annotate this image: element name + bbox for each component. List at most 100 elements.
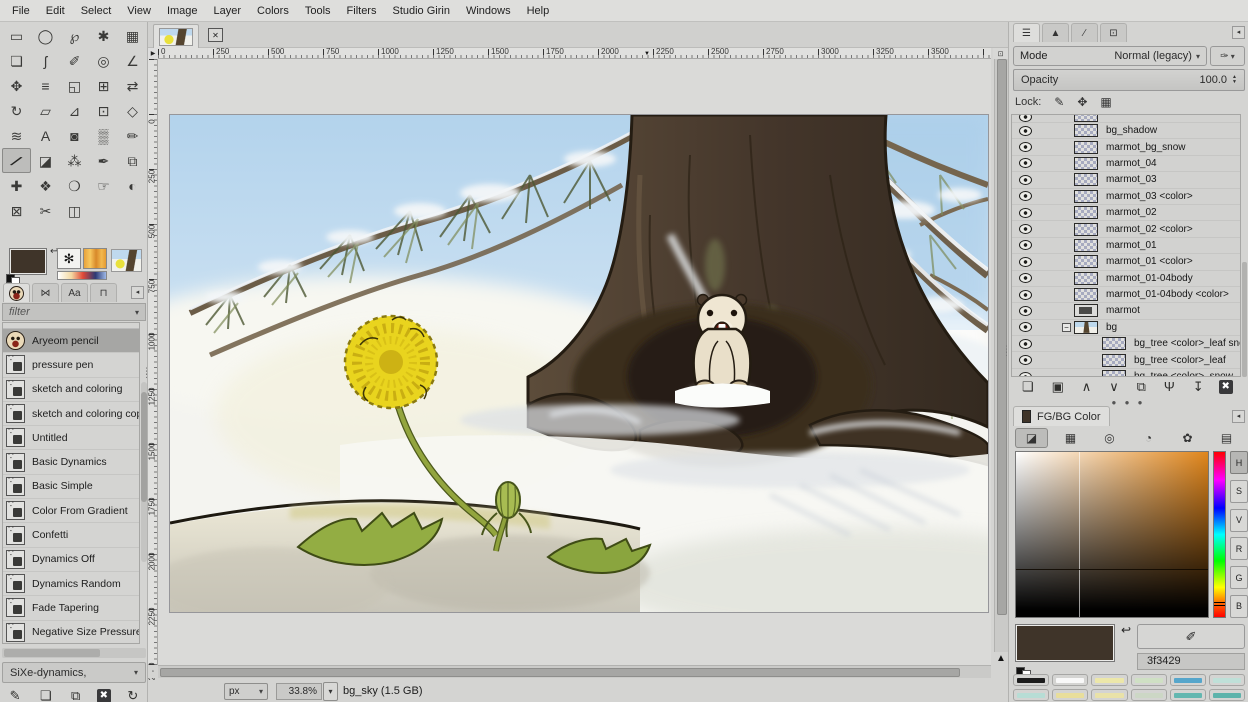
foreground-color-swatch[interactable]: [9, 248, 47, 275]
dock-menu-button[interactable]: ◂: [1232, 410, 1245, 423]
duplicate-layer-button[interactable]: ⧉: [1134, 379, 1149, 394]
dynamics-item[interactable]: Negative Size Pressure: [3, 621, 139, 644]
dynamics-item[interactable]: Untitled: [3, 426, 139, 450]
refresh-dynamics-button[interactable]: ↻: [124, 688, 141, 702]
rotate-tool[interactable]: ↻: [2, 98, 31, 123]
color-picker-tool[interactable]: ✐: [60, 48, 89, 73]
mode-switch-button[interactable]: ✑▾: [1210, 46, 1245, 66]
quick-mask-toggle[interactable]: ▫: [148, 665, 158, 678]
visibility-eye-icon[interactable]: [1019, 290, 1032, 300]
visibility-eye-icon[interactable]: [1019, 126, 1032, 136]
dynamics-h-scrollbar[interactable]: [2, 648, 146, 658]
clone-tool[interactable]: ⧉: [118, 148, 147, 173]
dynamics-item[interactable]: Basic Dynamics: [3, 450, 139, 474]
zoom-level-input[interactable]: 33.8%: [276, 683, 322, 700]
free-select-tool[interactable]: ℘: [60, 23, 89, 48]
layer-row[interactable]: −bg: [1012, 320, 1240, 336]
visibility-eye-icon[interactable]: [1019, 306, 1032, 316]
visibility-eye-icon[interactable]: [1019, 273, 1032, 283]
history-swatch[interactable]: [1091, 689, 1127, 701]
visibility-eye-icon[interactable]: [1019, 115, 1032, 122]
layer-row[interactable]: bg_tree <color>_leaf snow: [1012, 336, 1240, 352]
foreground-select-tool[interactable]: ❏: [2, 48, 31, 73]
channel-v-button[interactable]: V: [1230, 509, 1248, 532]
visibility-eye-icon[interactable]: [1019, 372, 1032, 377]
dynamics-item[interactable]: Dynamics Off: [3, 548, 139, 572]
anchor-layer-button[interactable]: Ψ: [1161, 379, 1178, 394]
duplicate-dynamics-button[interactable]: ⧉: [68, 688, 83, 702]
pencil-tool[interactable]: ✏: [118, 123, 147, 148]
history-swatch[interactable]: [1052, 689, 1088, 701]
tab-patterns[interactable]: ⋈: [32, 283, 59, 302]
gradient-tool[interactable]: ▒: [89, 123, 118, 148]
tab-wheel[interactable]: ◔: [1132, 428, 1165, 448]
airbrush-tool[interactable]: ⁂: [60, 148, 89, 173]
new-dynamics-button[interactable]: ❏: [37, 688, 55, 702]
dodge-burn-tool[interactable]: ◐: [118, 173, 147, 198]
crop-tool[interactable]: ◱: [60, 73, 89, 98]
tab-cmyk[interactable]: ▤: [1210, 428, 1243, 448]
visibility-eye-icon[interactable]: [1019, 355, 1032, 365]
v-scroll-thumb[interactable]: [997, 59, 1007, 615]
channel-h-button[interactable]: H: [1230, 451, 1248, 474]
menu-file[interactable]: File: [4, 2, 38, 20]
lower-layer-button[interactable]: ∨: [1106, 379, 1122, 394]
channel-b-button[interactable]: B: [1230, 595, 1248, 618]
smudge-tool[interactable]: ☞: [89, 173, 118, 198]
history-swatch[interactable]: [1170, 674, 1206, 686]
layer-row[interactable]: marmot: [1012, 303, 1240, 319]
delete-layer-button[interactable]: ✖: [1219, 380, 1233, 394]
handle-transform-tool[interactable]: ⊡: [89, 98, 118, 123]
perspective-tool[interactable]: ⊿: [60, 98, 89, 123]
n-point-deformation-tool[interactable]: ◫: [60, 198, 89, 223]
edit-dynamics-button[interactable]: ✎: [7, 688, 24, 702]
visibility-eye-icon[interactable]: [1019, 257, 1032, 267]
layer-row[interactable]: bg_tree <color>_snow: [1012, 369, 1240, 377]
tab-watercolor[interactable]: ◎: [1093, 428, 1126, 448]
group-expander[interactable]: −: [1062, 323, 1071, 332]
close-image-button[interactable]: ✕: [208, 28, 223, 42]
heal-tool[interactable]: ✚: [2, 173, 31, 198]
dynamics-item[interactable]: Basic Simple: [3, 475, 139, 499]
layer-row[interactable]: bg_tree <color>_leaf: [1012, 352, 1240, 368]
channel-s-button[interactable]: S: [1230, 480, 1248, 503]
raise-layer-button[interactable]: ∧: [1079, 379, 1095, 394]
new-group-button[interactable]: ▣: [1049, 379, 1067, 394]
menu-view[interactable]: View: [119, 2, 159, 20]
rectangle-select-tool[interactable]: ▭: [2, 23, 31, 48]
layer-row[interactable]: marmot_01-04body: [1012, 271, 1240, 287]
dock-menu-button[interactable]: ◂: [1232, 26, 1245, 39]
active-pattern-preview[interactable]: [83, 248, 107, 269]
fuzzy-select-tool[interactable]: ✱: [89, 23, 118, 48]
move-tool[interactable]: ✥: [2, 73, 31, 98]
zoom-tool[interactable]: ◎: [89, 48, 118, 73]
menu-filters[interactable]: Filters: [339, 2, 385, 20]
active-gradient-preview[interactable]: [57, 271, 107, 280]
layer-row[interactable]: marmot_01: [1012, 238, 1240, 254]
shear-tool[interactable]: ▱: [31, 98, 60, 123]
menu-select[interactable]: Select: [73, 2, 120, 20]
history-swatch[interactable]: [1052, 674, 1088, 686]
hue-slider[interactable]: [1213, 451, 1226, 618]
menu-colors[interactable]: Colors: [249, 2, 297, 20]
h-ruler[interactable]: ▼ 02505007501000125015001750200022502500…: [158, 48, 991, 59]
perspective-clone-tool[interactable]: ❖: [31, 173, 60, 198]
history-swatch[interactable]: [1209, 689, 1245, 701]
menu-studio-girin[interactable]: Studio Girin: [384, 2, 457, 20]
menu-help[interactable]: Help: [519, 2, 558, 20]
layer-row[interactable]: marmot_04: [1012, 156, 1240, 172]
lock-pixels-button[interactable]: ✎: [1054, 95, 1064, 109]
visibility-eye-icon[interactable]: [1019, 224, 1032, 234]
ink-tool[interactable]: ✒: [89, 148, 118, 173]
zoom-fit-toggle-button[interactable]: ⊡: [993, 48, 1008, 59]
dynamics-scrollbar[interactable]: [141, 382, 147, 562]
layer-row[interactable]: marmot_02: [1012, 205, 1240, 221]
tab-fonts[interactable]: Aa: [61, 283, 88, 302]
tab-palette[interactable]: ✿: [1171, 428, 1204, 448]
history-swatch[interactable]: [1091, 674, 1127, 686]
spinner-arrows-icon[interactable]: ▲▼: [1232, 75, 1237, 85]
layer-row[interactable]: marmot_02 <color>: [1012, 221, 1240, 237]
opacity-slider[interactable]: Opacity 100.0 ▲▼: [1013, 69, 1245, 91]
history-swatch[interactable]: [1209, 674, 1245, 686]
visibility-eye-icon[interactable]: [1019, 142, 1032, 152]
